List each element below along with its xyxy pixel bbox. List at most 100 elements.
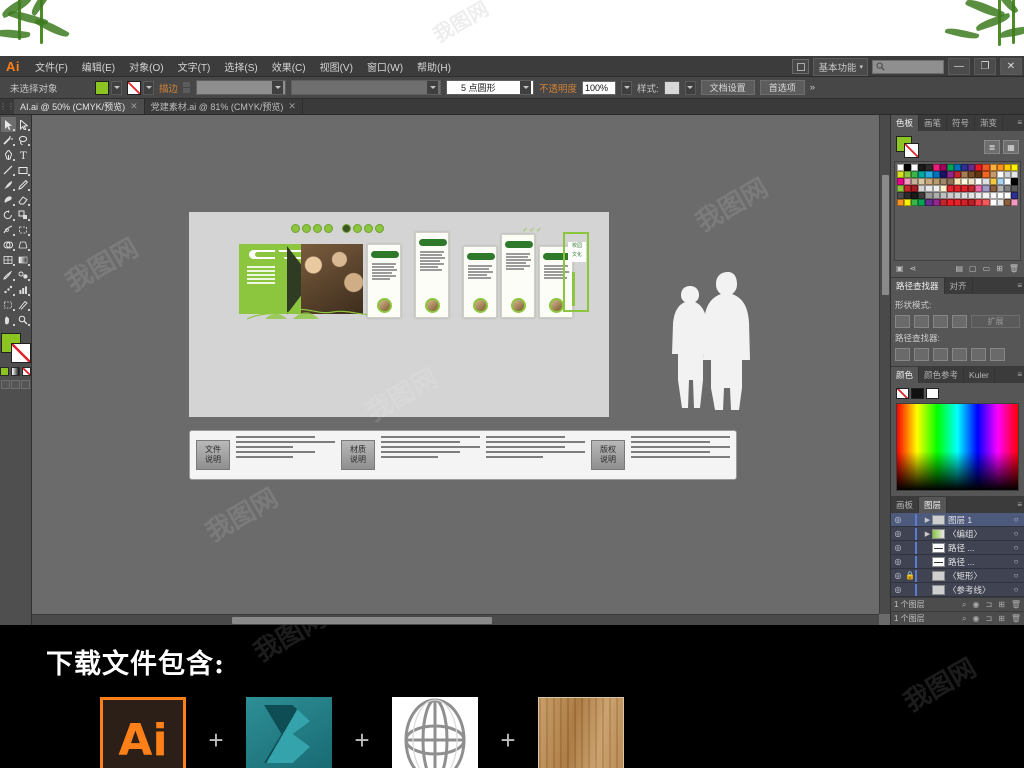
tab-layers[interactable]: 图层 [919,497,948,513]
create-new-layer-icon[interactable]: ⊞ [998,600,1005,609]
white-swatch[interactable] [926,388,939,399]
swatch-cell[interactable] [911,171,919,178]
wall-panel[interactable] [367,244,401,318]
delete-swatch-icon[interactable]: 🗑 [1009,264,1019,273]
swatch-cell[interactable] [925,199,933,206]
swatch-cell[interactable] [939,164,947,171]
tab-color-guide[interactable]: 颜色参考 [919,367,965,383]
preferences-button[interactable]: 首选项 [759,80,805,95]
swatch-cell[interactable] [953,178,962,185]
swatch-cell[interactable] [996,178,1004,185]
target-indicator-icon[interactable]: ○ [1010,585,1022,594]
slice-tool[interactable] [16,297,31,312]
menu-item-window[interactable]: 窗口(W) [360,56,410,77]
fill-swatch[interactable] [95,80,109,95]
swatch-cell[interactable] [968,199,976,206]
tab-align[interactable]: 对齐 [944,278,973,294]
menu-item-edit[interactable]: 编辑(E) [75,56,122,77]
fill-stroke-indicator[interactable] [0,333,31,363]
stroke-preview[interactable] [904,143,919,158]
swatch-cell[interactable] [911,164,919,171]
document-tab-dangjian[interactable]: 党建素材.ai @ 81% (CMYK/预览) ✕ [144,99,303,114]
swatch-cell[interactable] [897,171,905,178]
expand-triangle-icon[interactable]: ▶ [923,516,932,524]
workspace-switcher[interactable]: 基本功能 ▾ [813,57,868,76]
close-icon[interactable]: ✕ [288,101,296,112]
menu-item-effect[interactable]: 效果(C) [265,56,313,77]
scale-figures[interactable] [660,262,755,412]
swatch-cell[interactable] [961,192,969,199]
crop-button[interactable] [952,348,967,361]
swatch-cell[interactable] [968,164,976,171]
wall-panel[interactable] [415,232,449,318]
tab-kuler[interactable]: Kuler [964,367,995,383]
swatch-cell[interactable] [939,185,947,192]
brush-definition-dropdown[interactable] [291,80,442,95]
swatch-cell[interactable] [1003,178,1011,185]
eraser-tool[interactable] [16,192,31,207]
artboard-tool[interactable] [1,297,16,312]
swatch-cell[interactable] [1010,178,1018,185]
lock-toggle-icon[interactable]: 🔒 [905,571,915,580]
line-segment-tool[interactable] [1,162,16,177]
swatch-cell[interactable] [975,192,983,199]
swatch-cell[interactable] [989,199,997,206]
swatch-cell[interactable] [953,199,962,206]
swatch-cell[interactable] [946,192,954,199]
swatch-cell[interactable] [1003,199,1011,206]
swatch-cell[interactable] [925,178,933,185]
swatch-cell[interactable] [911,199,919,206]
none-swatch[interactable] [896,388,909,399]
swatch-cell[interactable] [1010,171,1018,178]
swatch-cell[interactable] [932,192,940,199]
target-indicator-icon[interactable]: ○ [1010,557,1022,566]
stroke-color-control[interactable] [127,80,154,95]
swatch-cell[interactable] [975,178,983,185]
blend-tool[interactable] [16,267,31,282]
tab-color[interactable]: 颜色 [891,367,920,383]
unite-button[interactable] [895,315,910,328]
visibility-toggle-icon[interactable]: ◎ [891,543,905,552]
swatch-cell[interactable] [968,192,976,199]
gradient-tool[interactable] [16,252,31,267]
swatch-cell[interactable] [897,178,905,185]
drawing-mode-behind-button[interactable] [11,380,20,389]
swatch-cell[interactable] [996,199,1004,206]
swatch-cell[interactable] [989,192,997,199]
swatch-cell[interactable] [946,199,954,206]
type-tool[interactable]: T [16,147,31,162]
tab-swatches[interactable]: 色板 [891,115,920,131]
swatch-libraries-icon[interactable]: ▣ [896,264,904,273]
swatch-cell[interactable] [918,185,926,192]
wall-panel[interactable] [463,246,497,318]
swatch-cell[interactable] [1003,164,1011,171]
swatch-cell[interactable] [996,185,1004,192]
swatch-cell[interactable] [989,178,997,185]
swatch-cell[interactable] [989,164,997,171]
swatch-cell[interactable] [918,199,926,206]
swatch-cell[interactable] [911,185,919,192]
layer-row[interactable]: ◎ 路径 ... ○ [891,541,1024,555]
swatch-cell[interactable] [918,178,926,185]
magic-wand-tool[interactable] [1,132,16,147]
swatch-cell[interactable] [897,192,905,199]
canvas[interactable]: ✓✓✓ 校园 文化 文件 说明 材质 说明 版权 说明 我图网 我图网 我图网 [32,115,890,625]
swatch-cell[interactable] [1003,185,1011,192]
swatch-cell[interactable] [918,164,926,171]
swatch-cell[interactable] [904,185,912,192]
visibility-toggle-icon[interactable]: ◎ [891,557,905,566]
swatch-cell[interactable] [953,171,962,178]
swatch-cell[interactable] [968,178,976,185]
create-new-sublayer-icon[interactable]: ⊐ [985,600,992,609]
free-transform-tool[interactable] [16,222,31,237]
swatch-cell[interactable] [911,192,919,199]
paintbrush-tool[interactable] [1,177,16,192]
swatch-cell[interactable] [925,171,933,178]
blob-brush-tool[interactable] [1,192,16,207]
swatch-cell[interactable] [982,164,990,171]
panel-menu-icon[interactable]: ≡ [1017,500,1022,509]
swatch-cell[interactable] [989,185,997,192]
tab-artboards[interactable]: 画板 [891,497,920,513]
target-indicator-icon[interactable]: ○ [1010,543,1022,552]
swatch-cell[interactable] [939,178,947,185]
